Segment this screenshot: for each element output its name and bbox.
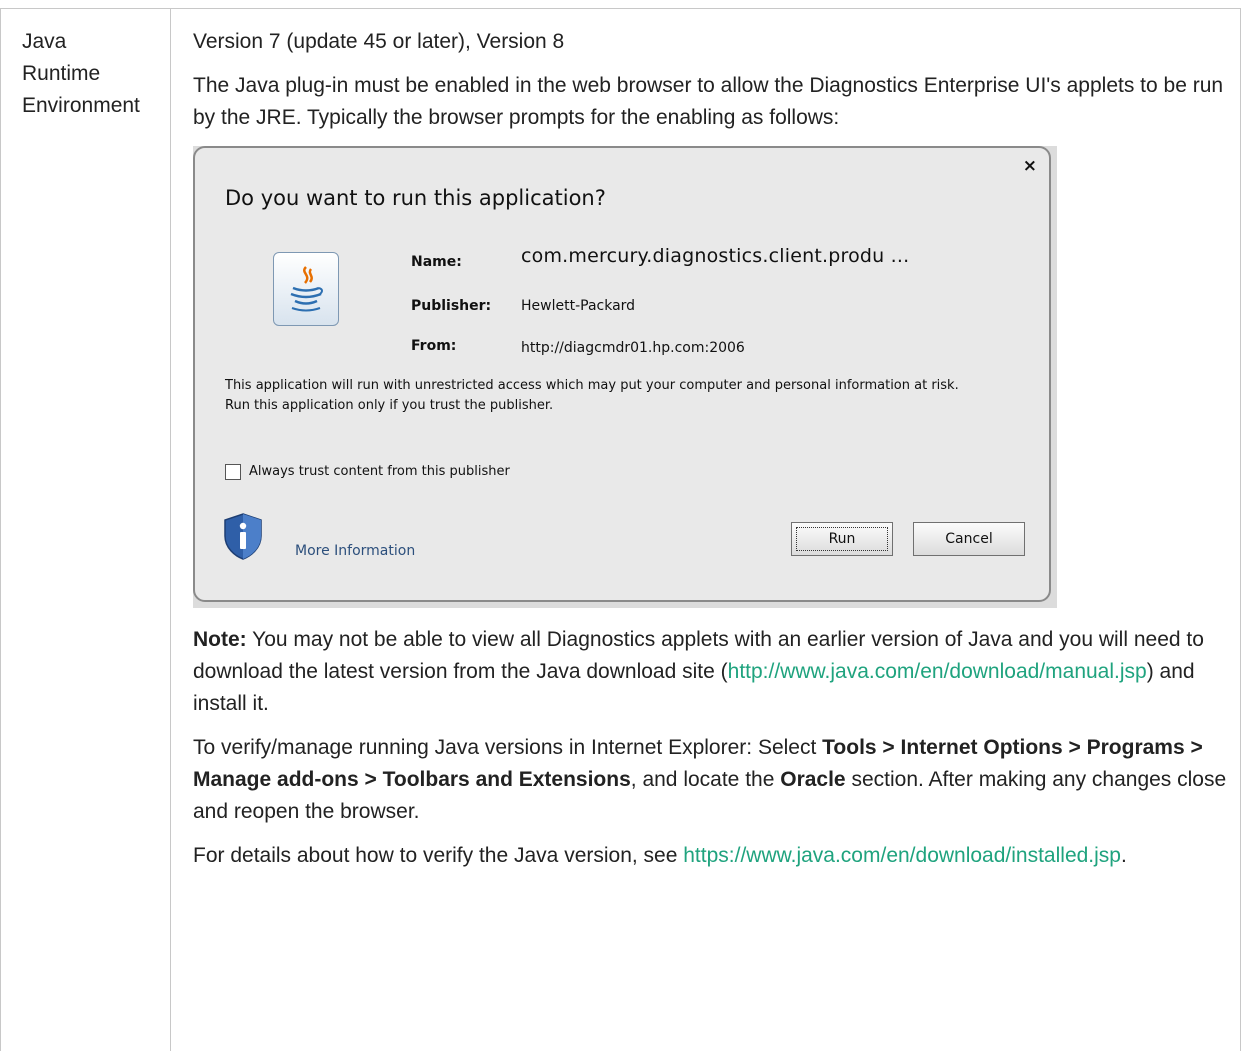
cancel-button[interactable]: Cancel	[913, 522, 1025, 556]
info-shield-icon	[221, 512, 265, 569]
from-label: From:	[411, 338, 457, 354]
note-paragraph: Note: You may not be able to view all Di…	[193, 624, 1233, 720]
note-label: Note:	[193, 628, 247, 651]
security-dialog: × Do you want to run this application? N…	[193, 146, 1051, 602]
row-label-line: Runtime	[22, 62, 101, 85]
risk-warning: This application will run with unrestric…	[225, 378, 959, 413]
close-icon[interactable]: ×	[1023, 158, 1037, 175]
oracle-section-name: Oracle	[780, 768, 846, 791]
row-label-line: Environment	[22, 94, 140, 117]
table-column-divider	[170, 8, 171, 1051]
trust-checkbox-label: Always trust content from this publisher	[249, 464, 510, 479]
row-label-line: Java	[22, 30, 67, 53]
table-top-border	[0, 8, 1241, 9]
from-value: http://diagcmdr01.hp.com:2006	[521, 340, 745, 356]
name-label: Name:	[411, 254, 462, 270]
verify-text: , and locate the	[630, 768, 781, 791]
dialog-screenshot: × Do you want to run this application? N…	[193, 146, 1057, 608]
publisher-label: Publisher:	[411, 298, 492, 314]
details-paragraph: For details about how to verify the Java…	[193, 840, 1233, 872]
java-installed-link[interactable]: https://www.java.com/en/download/install…	[683, 844, 1121, 867]
table-left-border	[0, 8, 1, 1051]
java-cup-icon	[273, 252, 339, 326]
row-content: Version 7 (update 45 or later), Version …	[193, 26, 1233, 884]
name-value: com.mercury.diagnostics.client.produ ...	[521, 245, 910, 267]
version-line: Version 7 (update 45 or later), Version …	[193, 30, 565, 53]
details-text-end: .	[1120, 844, 1127, 867]
row-label: Java Runtime Environment	[22, 26, 164, 122]
verify-paragraph: To verify/manage running Java versions i…	[193, 732, 1233, 828]
trust-publisher-option[interactable]: Always trust content from this publisher	[225, 456, 510, 488]
run-button[interactable]: Run	[791, 522, 893, 556]
java-download-link[interactable]: http://www.java.com/en/download/manual.j…	[728, 660, 1147, 683]
details-text: For details about how to verify the Java…	[193, 844, 684, 867]
requirements-table: Java Runtime Environment Version 7 (upda…	[0, 0, 1241, 1051]
more-information-link[interactable]: More Information	[295, 535, 415, 567]
publisher-value: Hewlett-Packard	[521, 298, 636, 314]
plugin-paragraph: The Java plug-in must be enabled in the …	[193, 74, 1224, 129]
verify-text: To verify/manage running Java versions i…	[193, 736, 823, 759]
dialog-title: Do you want to run this application?	[225, 186, 606, 210]
trust-checkbox[interactable]	[225, 464, 241, 480]
